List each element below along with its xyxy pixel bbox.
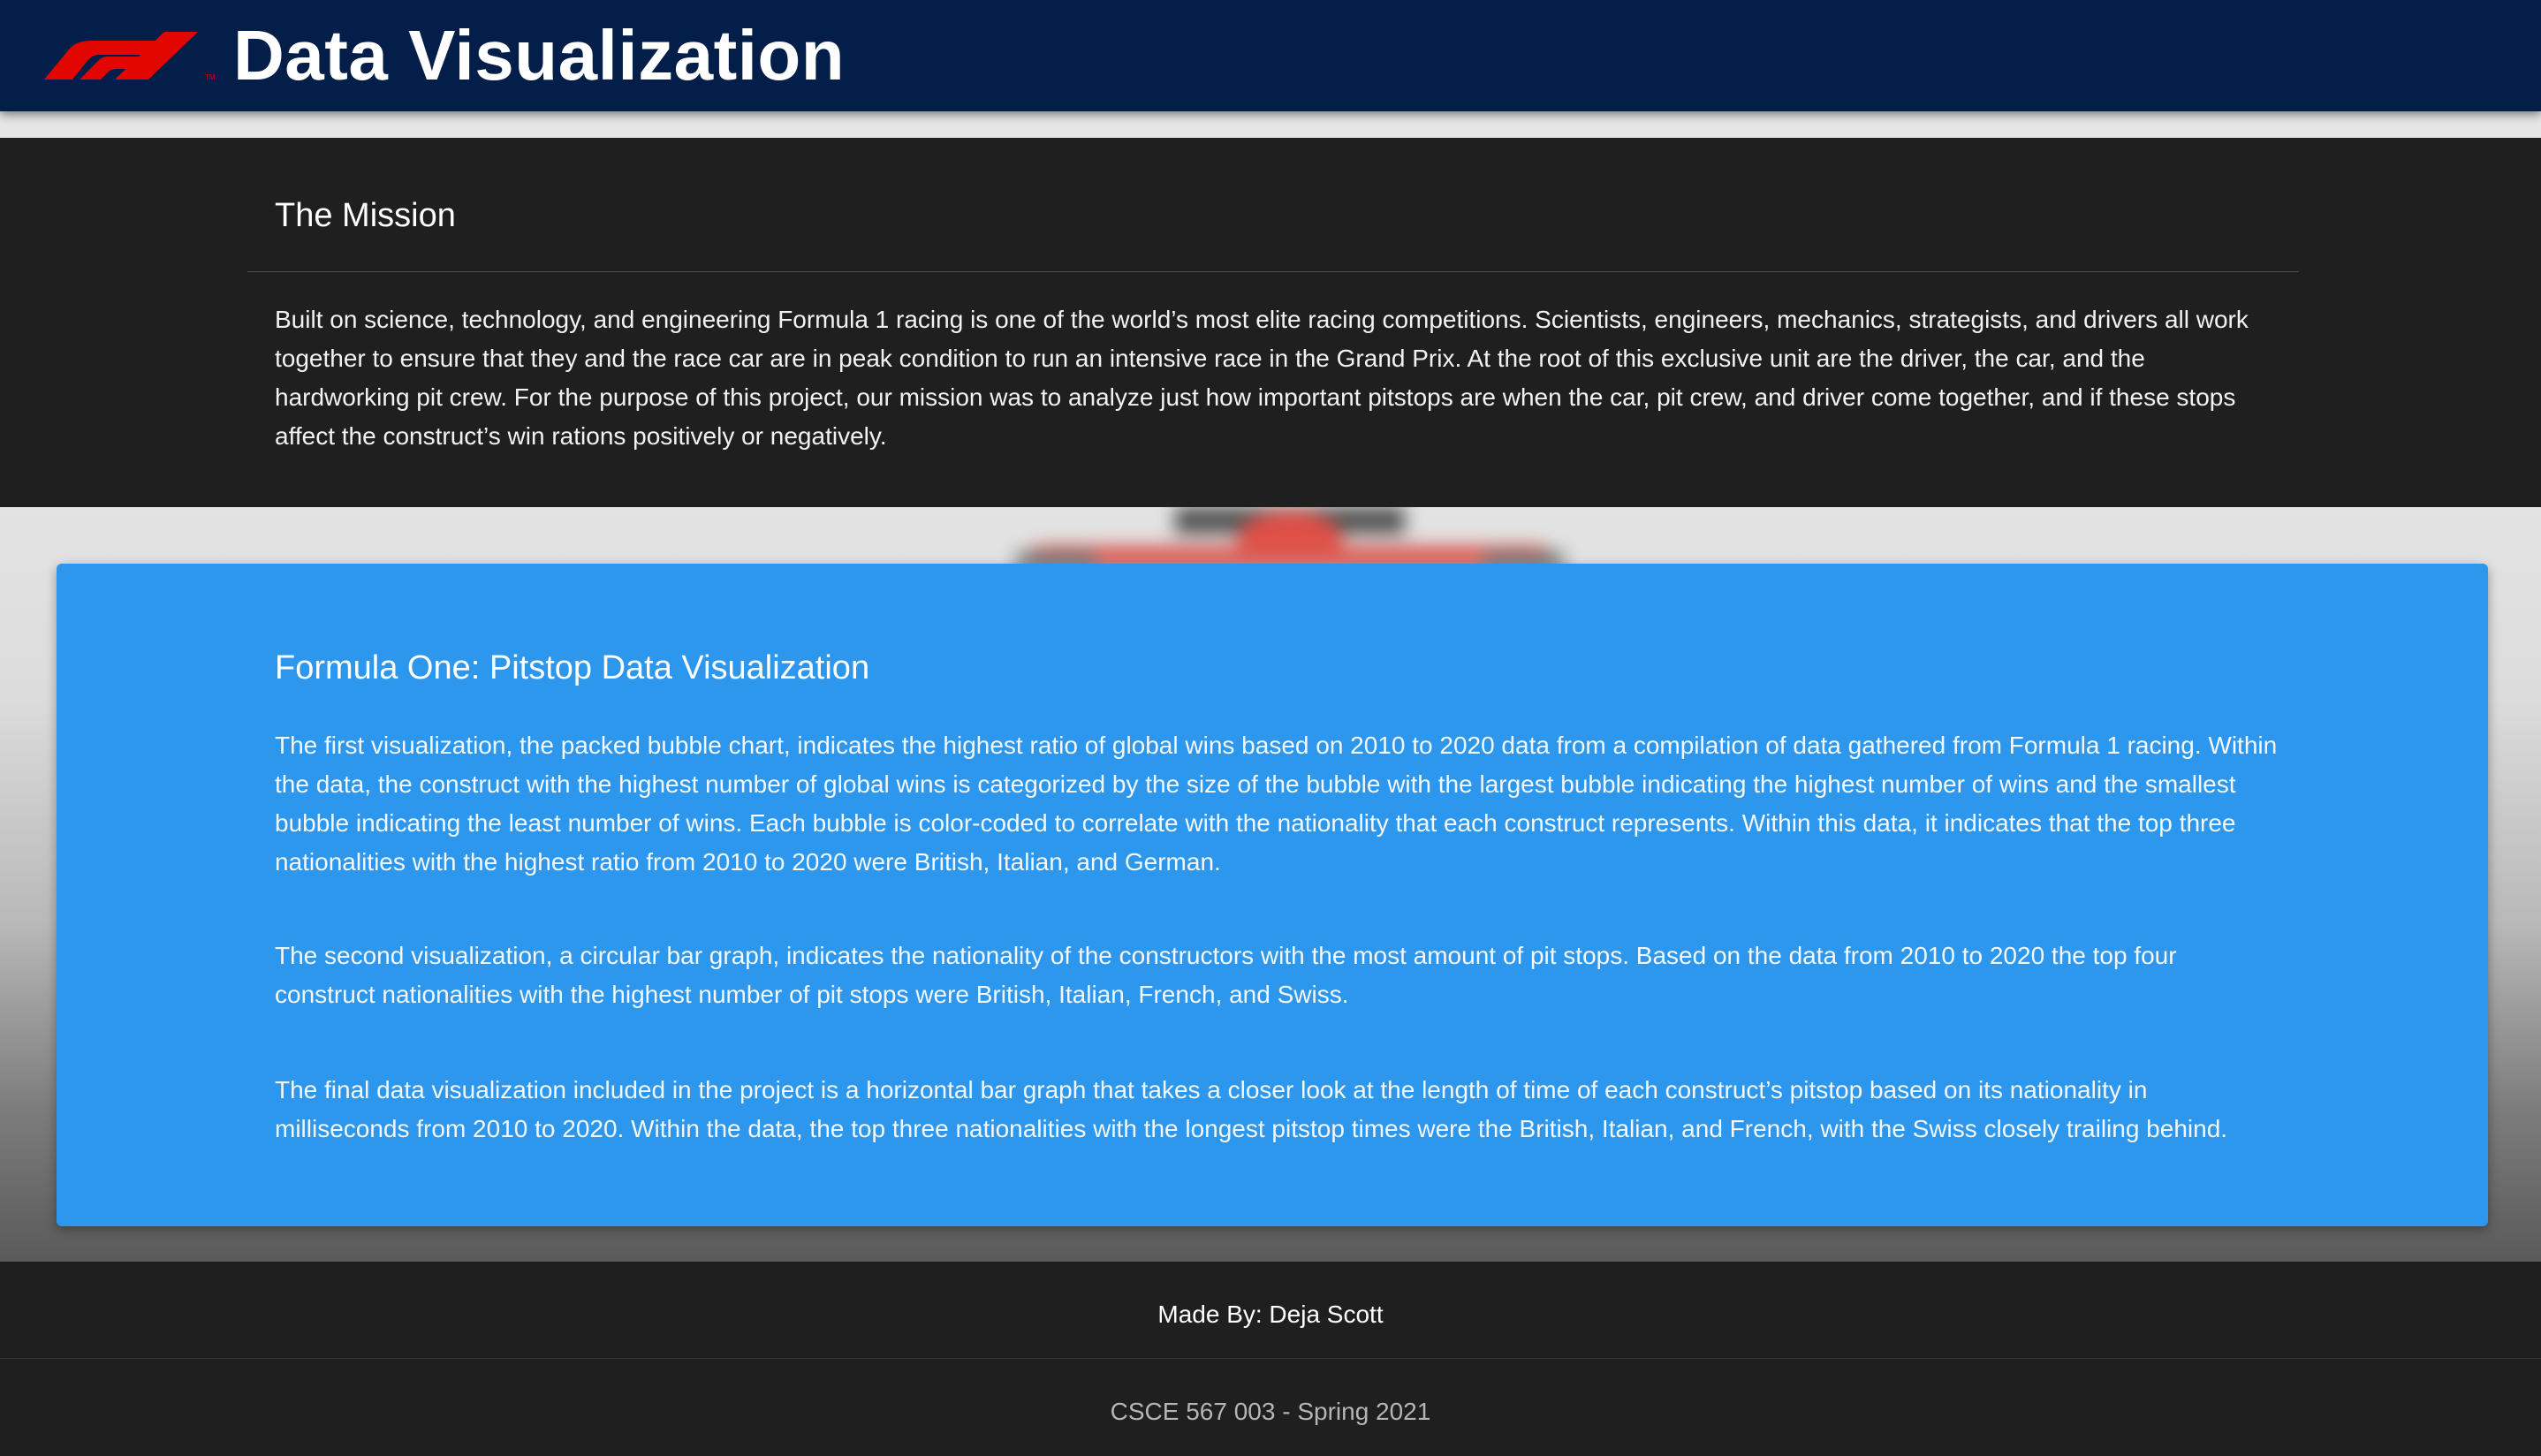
visualization-card: Formula One: Pitstop Data Visualization … bbox=[57, 564, 2488, 1226]
footer-course: CSCE 567 003 - Spring 2021 bbox=[1110, 1398, 1431, 1425]
mission-text: Built on science, technology, and engine… bbox=[275, 306, 2249, 450]
mission-divider bbox=[247, 271, 2299, 272]
race-car-image bbox=[1016, 507, 1564, 569]
footer-divider bbox=[0, 1358, 2541, 1359]
footer-author: Made By: Deja Scott bbox=[1157, 1301, 1384, 1328]
bubble-chart-description: The first visualization, the packed bubb… bbox=[275, 732, 2278, 876]
page-footer: Made By: Deja Scott CSCE 567 003 - Sprin… bbox=[0, 1262, 2541, 1456]
svg-text:TM: TM bbox=[205, 73, 216, 81]
card-title: Formula One: Pitstop Data Visualization bbox=[275, 649, 870, 686]
top-navbar: TM Data Visualization bbox=[0, 0, 2541, 111]
circular-bar-description: The second visualization, a circular bar… bbox=[275, 942, 2177, 1008]
mission-title: The Mission bbox=[275, 197, 456, 234]
f1-logo-icon[interactable]: TM bbox=[42, 30, 219, 81]
horizontal-bar-description: The final data visualization included in… bbox=[275, 1076, 2228, 1142]
site-title[interactable]: Data Visualization bbox=[233, 9, 845, 102]
